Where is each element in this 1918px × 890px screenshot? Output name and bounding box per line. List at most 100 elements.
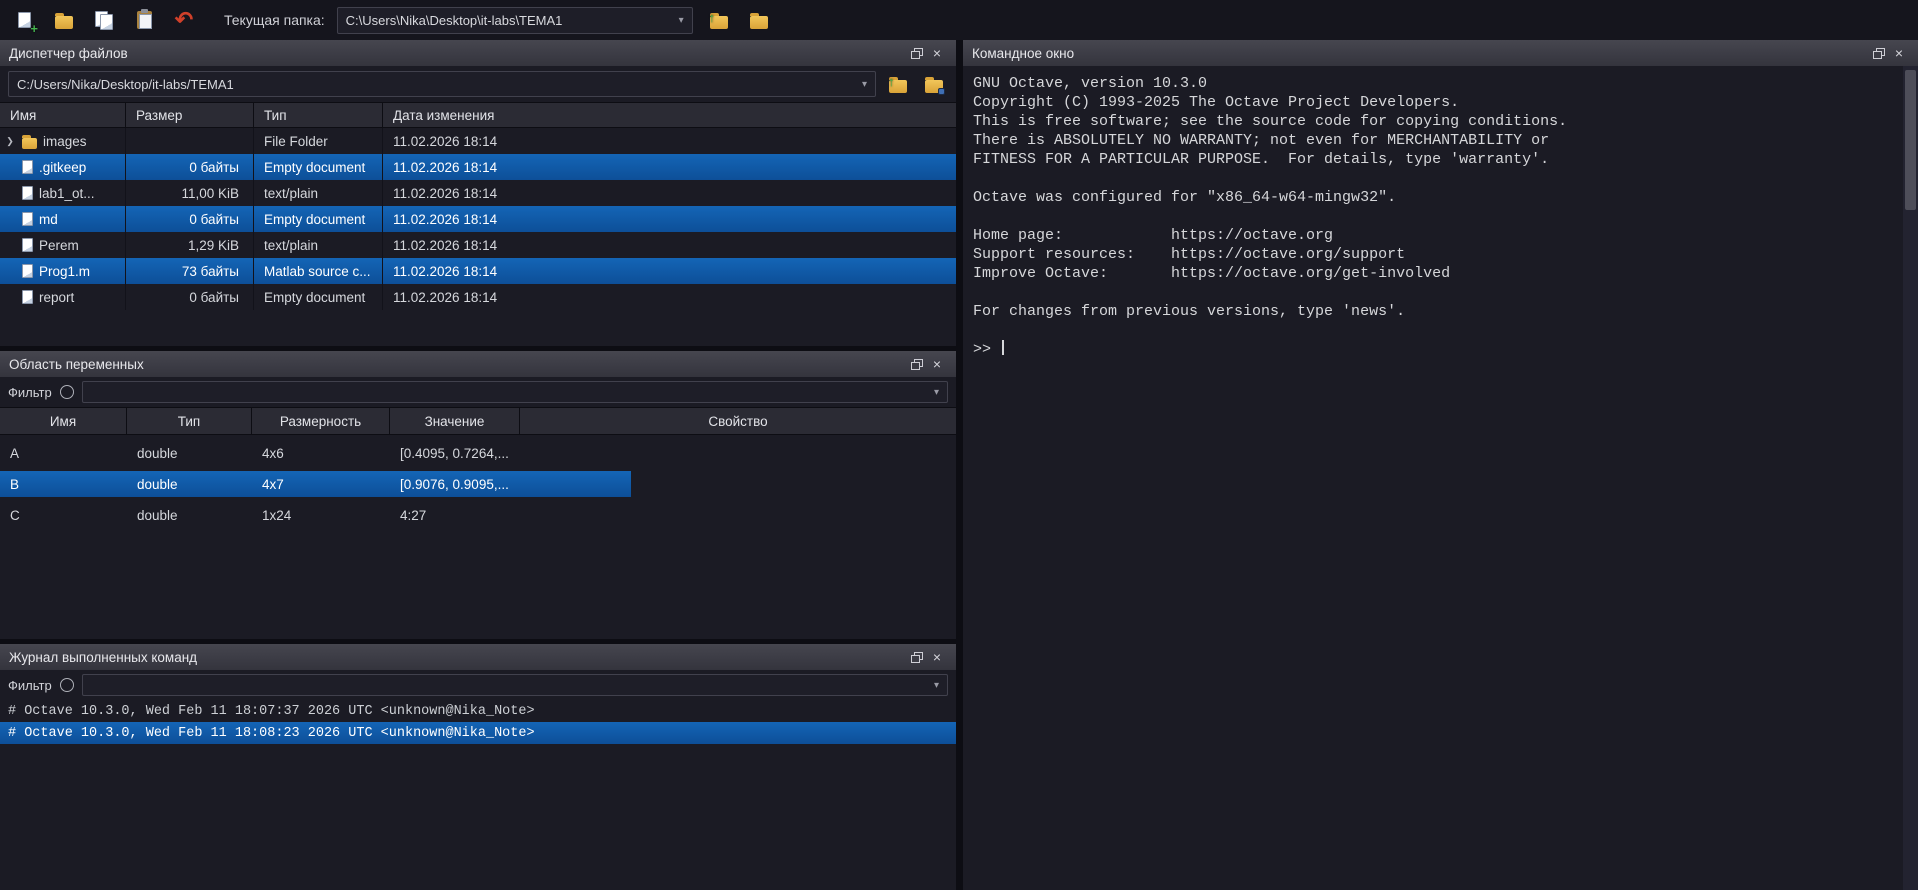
main-toolbar: + ↶ Текущая папка: C:\Users\Nika\Desktop… xyxy=(0,0,1918,40)
filter-label: Фильтр xyxy=(8,385,52,400)
left-dock-column: Диспетчер файлов × C:/Users/Nika/Desktop… xyxy=(0,40,956,890)
close-button[interactable]: × xyxy=(927,355,947,373)
command-window-titlebar: Командное окно × xyxy=(963,40,1918,66)
file-icon xyxy=(22,186,33,200)
folder-up-button[interactable]: ↑ xyxy=(705,6,733,34)
column-header[interactable]: Тип xyxy=(127,408,252,434)
history-titlebar: Журнал выполненных команд × xyxy=(0,644,956,670)
workspace-panel: Область переменных × Фильтр ▾ Имя Тип xyxy=(0,351,956,639)
undock-button[interactable] xyxy=(907,44,927,62)
terminal-text: GNU Octave, version 10.3.0 Copyright (C)… xyxy=(973,75,1567,320)
file-name: Perem xyxy=(39,238,79,253)
file-icon xyxy=(22,160,33,174)
open-file-button[interactable] xyxy=(50,6,78,34)
history-entry[interactable]: # Octave 10.3.0, Wed Feb 11 18:07:37 202… xyxy=(0,700,956,722)
file-browser-panel: Диспетчер файлов × C:/Users/Nika/Desktop… xyxy=(0,40,956,346)
table-row[interactable]: md 0 байты Empty document 11.02.2026 18:… xyxy=(0,206,956,232)
filter-checkbox[interactable] xyxy=(60,678,74,692)
column-header[interactable]: Размерность xyxy=(252,408,390,434)
file-path-value: C:/Users/Nika/Desktop/it-labs/TEMA1 xyxy=(17,77,234,92)
file-name: lab1_ot... xyxy=(39,186,95,201)
var-attr xyxy=(520,471,631,497)
paste-button[interactable] xyxy=(130,6,158,34)
file-type: Empty document xyxy=(254,284,383,310)
undock-button[interactable] xyxy=(907,355,927,373)
close-button[interactable]: × xyxy=(1889,44,1909,62)
column-header[interactable]: Свойство xyxy=(520,408,956,434)
chevron-down-icon: ▾ xyxy=(671,15,684,26)
octave-main-window: + ↶ Текущая папка: C:\Users\Nika\Desktop… xyxy=(0,0,1918,890)
variable-row[interactable]: A double 4x6 [0.4095, 0.7264,... xyxy=(0,440,631,466)
var-name: B xyxy=(0,471,127,497)
paste-icon xyxy=(137,11,152,29)
file-size: 0 байты xyxy=(126,154,254,180)
undo-button[interactable]: ↶ xyxy=(170,6,198,34)
folder-up-icon: ↑ xyxy=(710,16,728,29)
file-type: Matlab source c... xyxy=(254,258,383,284)
scrollbar-thumb[interactable] xyxy=(1905,70,1916,210)
table-row[interactable]: .gitkeep 0 байты Empty document 11.02.20… xyxy=(0,154,956,180)
file-icon xyxy=(22,264,33,278)
undock-button[interactable] xyxy=(1869,44,1889,62)
expander-icon[interactable]: ❯ xyxy=(4,136,16,147)
current-folder-combobox[interactable]: C:\Users\Nika\Desktop\it-labs\TEMA1 ▾ xyxy=(337,7,693,34)
table-row[interactable]: report 0 байты Empty document 11.02.2026… xyxy=(0,284,956,310)
file-date: 11.02.2026 18:14 xyxy=(383,128,956,154)
undock-icon xyxy=(1873,48,1885,59)
variable-row[interactable]: B double 4x7 [0.9076, 0.9095,... xyxy=(0,471,631,497)
copy-icon xyxy=(95,11,113,29)
file-browser-titlebar: Диспетчер файлов × xyxy=(0,40,956,66)
file-icon xyxy=(22,238,33,252)
text-cursor xyxy=(1002,340,1004,355)
current-folder-label: Текущая папка: xyxy=(224,12,325,28)
filter-combobox[interactable]: ▾ xyxy=(82,381,948,403)
history-filter-row: Фильтр ▾ xyxy=(0,670,956,700)
new-script-button[interactable]: + xyxy=(10,6,38,34)
file-date: 11.02.2026 18:14 xyxy=(383,206,956,232)
file-size: 11,00 KiB xyxy=(126,180,254,206)
file-date: 11.02.2026 18:14 xyxy=(383,258,956,284)
close-button[interactable]: × xyxy=(927,44,947,62)
file-size xyxy=(126,128,254,154)
var-name: A xyxy=(0,440,127,466)
main-area: Диспетчер файлов × C:/Users/Nika/Desktop… xyxy=(0,40,1918,890)
column-header[interactable]: Размер xyxy=(126,103,254,127)
undock-icon xyxy=(911,48,923,59)
file-type: Empty document xyxy=(254,154,383,180)
column-header[interactable]: Дата изменения xyxy=(383,103,956,127)
history-entry[interactable]: # Octave 10.3.0, Wed Feb 11 18:08:23 202… xyxy=(0,722,956,744)
dir-up-button[interactable]: ↑ xyxy=(884,70,912,98)
folder-actions-button[interactable] xyxy=(920,70,948,98)
undock-button[interactable] xyxy=(907,648,927,666)
file-size: 0 байты xyxy=(126,206,254,232)
vertical-scrollbar[interactable] xyxy=(1903,66,1918,890)
file-type: File Folder xyxy=(254,128,383,154)
terminal-output[interactable]: GNU Octave, version 10.3.0 Copyright (C)… xyxy=(963,66,1903,890)
close-icon: × xyxy=(933,356,941,372)
filter-checkbox[interactable] xyxy=(60,385,74,399)
table-row[interactable]: ❯ images File Folder 11.02.2026 18:14 xyxy=(0,128,956,154)
table-row[interactable]: lab1_ot... 11,00 KiB text/plain 11.02.20… xyxy=(0,180,956,206)
close-button[interactable]: × xyxy=(927,648,947,666)
column-header[interactable]: Имя xyxy=(0,103,126,127)
file-name: report xyxy=(39,290,74,305)
panel-title: Командное окно xyxy=(972,46,1074,61)
column-header[interactable]: Тип xyxy=(254,103,383,127)
column-header[interactable]: Имя xyxy=(0,408,127,434)
table-row[interactable]: Prog1.m 73 байты Matlab source c... 11.0… xyxy=(0,258,956,284)
variable-row[interactable]: C double 1x24 4:27 xyxy=(0,502,631,528)
browse-folder-button[interactable] xyxy=(745,6,773,34)
filter-combobox[interactable]: ▾ xyxy=(82,674,948,696)
chevron-down-icon: ▾ xyxy=(926,387,939,398)
panel-title: Диспетчер файлов xyxy=(9,46,128,61)
new-script-icon xyxy=(18,12,31,28)
table-row[interactable]: Perem 1,29 KiB text/plain 11.02.2026 18:… xyxy=(0,232,956,258)
file-date: 11.02.2026 18:14 xyxy=(383,232,956,258)
var-value: [0.9076, 0.9095,... xyxy=(390,471,520,497)
column-header[interactable]: Значение xyxy=(390,408,520,434)
plus-badge-icon: + xyxy=(30,24,38,34)
copy-button[interactable] xyxy=(90,6,118,34)
var-name: C xyxy=(0,502,127,528)
file-path-combobox[interactable]: C:/Users/Nika/Desktop/it-labs/TEMA1 ▾ xyxy=(8,71,876,97)
workspace-titlebar: Область переменных × xyxy=(0,351,956,377)
